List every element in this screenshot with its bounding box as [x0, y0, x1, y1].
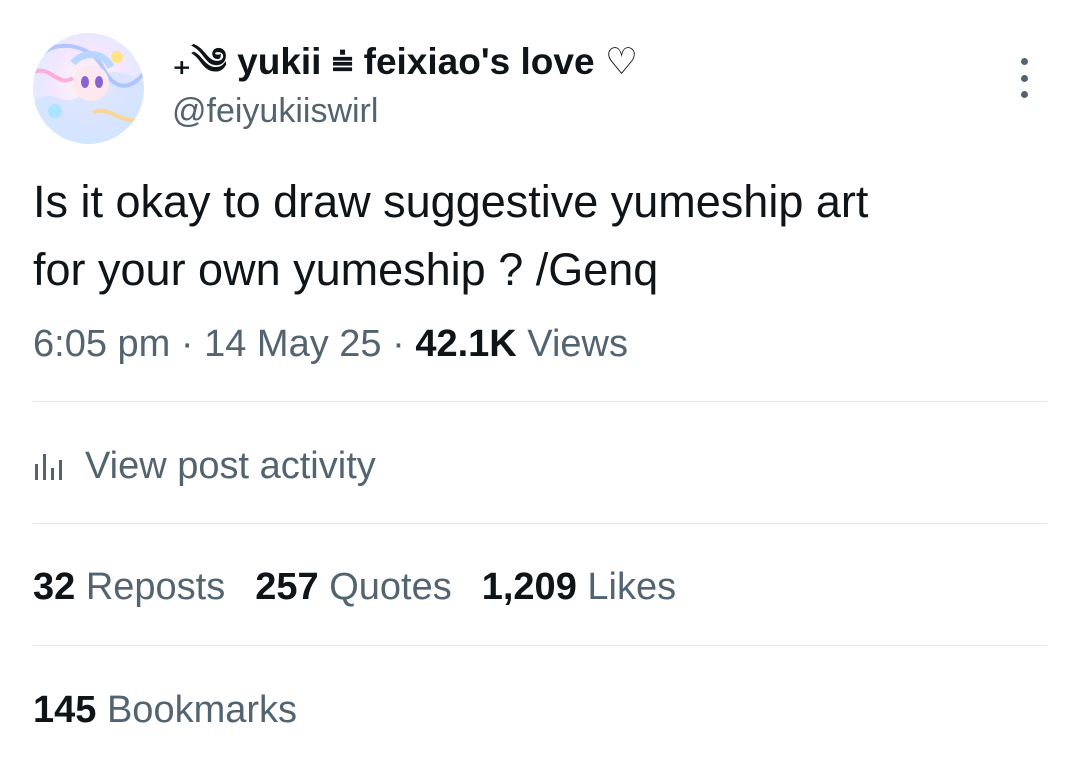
views-label: Views — [516, 323, 628, 365]
bookmarks-label: Bookmarks — [96, 689, 298, 731]
quotes-stat[interactable]: 257 Quotes — [255, 563, 451, 611]
post-meta: 6:05 pm · 14 May 25 · 42.1K Views — [33, 320, 628, 368]
post-text-line: Is it okay to draw suggestive yumeship a… — [33, 176, 869, 227]
reposts-label: Reposts — [75, 566, 226, 608]
avatar-illustration — [33, 33, 144, 144]
post-time[interactable]: 6:05 pm — [33, 323, 170, 365]
post-text: Is it okay to draw suggestive yumeship a… — [33, 168, 1043, 304]
divider — [33, 645, 1047, 646]
avatar[interactable] — [33, 33, 144, 144]
bookmarks-count: 145 — [33, 689, 97, 731]
engagement-stats: 32 Reposts 257 Quotes 1,209 Likes — [33, 563, 706, 611]
meta-separator: · — [170, 323, 205, 365]
view-post-activity-label: View post activity — [85, 444, 376, 487]
reposts-count: 32 — [33, 566, 76, 608]
reposts-stat[interactable]: 32 Reposts — [33, 563, 225, 611]
more-dot — [1020, 74, 1028, 82]
post-date[interactable]: 14 May 25 — [204, 323, 381, 365]
user-handle[interactable]: @feiyukiiswirl — [172, 90, 378, 132]
more-dot — [1020, 58, 1028, 65]
meta-separator: · — [381, 323, 416, 365]
likes-label: Likes — [576, 566, 677, 608]
likes-count: 1,209 — [481, 566, 577, 608]
quotes-count: 257 — [255, 566, 319, 608]
view-post-activity-button[interactable]: View post activity — [33, 440, 376, 492]
divider — [33, 401, 1047, 402]
post-text-line: for your own yumeship ? /Genq — [33, 244, 659, 295]
quotes-label: Quotes — [318, 566, 452, 608]
bookmarks-stat[interactable]: 145 Bookmarks — [33, 686, 297, 734]
views-count: 42.1K — [415, 323, 517, 365]
more-dot — [1020, 91, 1028, 98]
divider — [33, 523, 1047, 524]
more-vertical-icon[interactable] — [1008, 58, 1040, 98]
likes-stat[interactable]: 1,209 Likes — [482, 563, 676, 611]
bar-chart-icon — [35, 454, 62, 480]
display-name[interactable]: ₊༄ yukii ⩧ feixiao's love ♡ — [172, 40, 638, 84]
